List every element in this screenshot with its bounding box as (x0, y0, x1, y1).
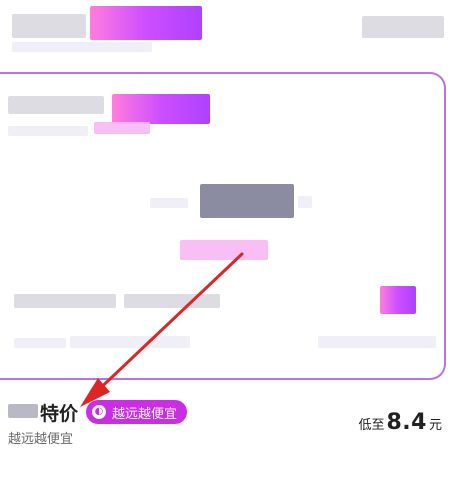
blurred-header-subline (12, 42, 152, 52)
blurred-header-right (362, 16, 444, 38)
blurred-card-row2-left (14, 338, 66, 348)
blurred-card-row2-mid (70, 336, 190, 348)
screen: 特价 ◐ 越远越便宜 越远越便宜 低至 8.4 元 (0, 0, 456, 500)
blurred-card-price (200, 184, 294, 218)
further-cheaper-badge[interactable]: ◐ 越远越便宜 (86, 400, 188, 424)
badge-label: 越远越便宜 (112, 406, 178, 422)
blurred-card-price-left (150, 198, 188, 208)
deal-price: 低至 8.4 元 (358, 410, 442, 435)
price-unit: 元 (428, 418, 442, 433)
blurred-card-row2-right (318, 336, 436, 348)
deal-subtitle: 越远越便宜 (8, 432, 74, 447)
blurred-card-row1-right (380, 286, 416, 314)
blurred-header-highlight (90, 6, 202, 40)
blurred-header-text (12, 14, 86, 38)
ticket-card[interactable] (0, 72, 446, 380)
blurred-deal-prefix (8, 404, 38, 418)
blurred-card-title (8, 96, 104, 114)
blurred-card-price-right (298, 196, 312, 208)
crescent-badge-icon: ◐ (92, 405, 106, 419)
price-prefix: 低至 (358, 418, 385, 433)
deal-title: 特价 (40, 403, 79, 425)
price-value: 8.4 (386, 410, 427, 435)
blurred-card-row1-left (14, 294, 116, 308)
deal-row[interactable]: 特价 ◐ 越远越便宜 越远越便宜 低至 8.4 元 (0, 396, 456, 452)
blurred-card-subhighlight (94, 122, 150, 134)
blurred-card-tag (180, 240, 268, 260)
blurred-card-subline (8, 126, 88, 136)
blurred-card-row1-mid (124, 294, 220, 308)
blurred-card-highlight (112, 94, 210, 124)
